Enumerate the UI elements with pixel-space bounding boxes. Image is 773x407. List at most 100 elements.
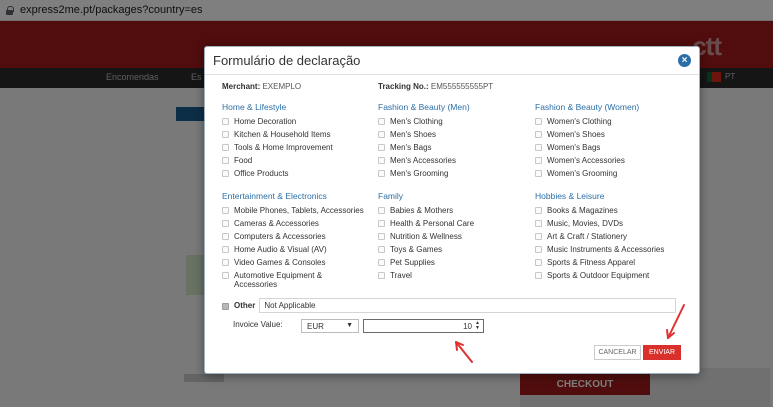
checkbox[interactable]: [378, 272, 385, 279]
modal-title: Formulário de declaração: [213, 53, 361, 68]
checkbox-row[interactable]: Music, Movies, DVDs: [535, 219, 695, 228]
checkbox-label: Women's Bags: [547, 143, 601, 152]
checkbox-label: Men's Accessories: [390, 156, 456, 165]
checkbox[interactable]: [222, 118, 229, 125]
checkbox-label: Mobile Phones, Tablets, Accessories: [234, 206, 364, 215]
checkbox-row[interactable]: Men's Grooming: [378, 169, 528, 178]
checkbox[interactable]: [222, 157, 229, 164]
checkbox[interactable]: [378, 131, 385, 138]
checkbox[interactable]: [535, 259, 542, 266]
send-button[interactable]: ENVIAR: [643, 345, 681, 360]
checkbox-row[interactable]: Men's Clothing: [378, 117, 528, 126]
checkbox-row[interactable]: Food: [222, 156, 372, 165]
checkbox-label: Men's Clothing: [390, 117, 443, 126]
category-hobbies-leisure: Hobbies & Leisure Books & Magazines Musi…: [535, 191, 695, 284]
checkbox-label: Toys & Games: [390, 245, 443, 254]
checkbox-row[interactable]: Tools & Home Improvement: [222, 143, 372, 152]
category-title: Hobbies & Leisure: [535, 191, 605, 201]
checkbox[interactable]: [222, 272, 229, 279]
checkbox-row[interactable]: Books & Magazines: [535, 206, 695, 215]
checkbox[interactable]: [222, 220, 229, 227]
checkbox-row[interactable]: Art & Craft / Stationery: [535, 232, 695, 241]
checkbox-row[interactable]: Music Instruments & Accessories: [535, 245, 695, 254]
cancel-button[interactable]: CANCELAR: [594, 345, 641, 360]
checkbox[interactable]: [222, 144, 229, 151]
checkbox-row[interactable]: Men's Bags: [378, 143, 528, 152]
checkbox[interactable]: [222, 246, 229, 253]
category-entertainment-electronics: Entertainment & Electronics Mobile Phone…: [222, 191, 372, 293]
checkbox-label: Computers & Accessories: [234, 232, 326, 241]
checkbox[interactable]: [378, 246, 385, 253]
checkbox[interactable]: [378, 233, 385, 240]
checkbox[interactable]: [378, 157, 385, 164]
checkbox-label: Women's Grooming: [547, 169, 618, 178]
checkbox[interactable]: [535, 118, 542, 125]
checkbox-row[interactable]: Women's Shoes: [535, 130, 685, 139]
other-checkbox[interactable]: [222, 302, 229, 310]
checkbox-row[interactable]: Men's Accessories: [378, 156, 528, 165]
checkbox-row[interactable]: Home Audio & Visual (AV): [222, 245, 372, 254]
checkbox-label: Women's Clothing: [547, 117, 612, 126]
amount-input[interactable]: 10 ▲ ▼: [363, 319, 484, 333]
checkbox-row[interactable]: Travel: [378, 271, 528, 280]
checkbox-row[interactable]: Office Products: [222, 169, 372, 178]
checkbox-row[interactable]: Mobile Phones, Tablets, Accessories: [222, 206, 372, 215]
checkbox[interactable]: [378, 170, 385, 177]
checkbox[interactable]: [378, 118, 385, 125]
category-title: Fashion & Beauty (Men): [378, 102, 470, 112]
checkbox[interactable]: [535, 207, 542, 214]
checkbox-label: Music, Movies, DVDs: [547, 219, 624, 228]
checkbox[interactable]: [222, 233, 229, 240]
checkbox-label: Cameras & Accessories: [234, 219, 319, 228]
checkbox-row[interactable]: Automotive Equipment & Accessories: [222, 271, 372, 289]
checkbox-row[interactable]: Toys & Games: [378, 245, 528, 254]
checkbox[interactable]: [535, 233, 542, 240]
checkbox-row[interactable]: Health & Personal Care: [378, 219, 528, 228]
checkbox-row[interactable]: Women's Clothing: [535, 117, 685, 126]
checkbox[interactable]: [378, 259, 385, 266]
checkbox[interactable]: [535, 220, 542, 227]
checkbox-row[interactable]: Video Games & Consoles: [222, 258, 372, 267]
checkbox[interactable]: [535, 170, 542, 177]
checkbox-row[interactable]: Women's Accessories: [535, 156, 685, 165]
checkbox-label: Books & Magazines: [547, 206, 618, 215]
category-title: Fashion & Beauty (Women): [535, 102, 640, 112]
checkbox-row[interactable]: Sports & Fitness Apparel: [535, 258, 695, 267]
currency-select[interactable]: EUR ▼: [301, 319, 359, 333]
checkbox-row[interactable]: Women's Grooming: [535, 169, 685, 178]
checkbox[interactable]: [222, 170, 229, 177]
checkbox[interactable]: [535, 272, 542, 279]
checkbox[interactable]: [378, 220, 385, 227]
checkbox-row[interactable]: Pet Supplies: [378, 258, 528, 267]
checkbox-row[interactable]: Women's Bags: [535, 143, 685, 152]
checkbox[interactable]: [535, 144, 542, 151]
checkbox-row[interactable]: Cameras & Accessories: [222, 219, 372, 228]
checkbox[interactable]: [222, 259, 229, 266]
other-label: Other: [234, 301, 256, 310]
checkbox[interactable]: [378, 207, 385, 214]
invoice-value-label: Invoice Value:: [233, 320, 283, 329]
checkbox[interactable]: [535, 246, 542, 253]
close-icon[interactable]: ×: [678, 54, 691, 67]
checkbox[interactable]: [535, 157, 542, 164]
checkbox-row[interactable]: Babies & Mothers: [378, 206, 528, 215]
checkbox-row[interactable]: Men's Shoes: [378, 130, 528, 139]
checkbox[interactable]: [535, 131, 542, 138]
checkbox[interactable]: [222, 131, 229, 138]
checkbox-row[interactable]: Nutrition & Wellness: [378, 232, 528, 241]
checkbox-row[interactable]: Kitchen & Household Items: [222, 130, 372, 139]
checkbox-label: Art & Craft / Stationery: [547, 232, 628, 241]
checkbox-row[interactable]: Computers & Accessories: [222, 232, 372, 241]
checkbox-label: Nutrition & Wellness: [390, 232, 462, 241]
other-input[interactable]: Not Applicable: [259, 298, 676, 313]
checkbox-label: Men's Shoes: [390, 130, 436, 139]
checkbox[interactable]: [378, 144, 385, 151]
checkbox-row[interactable]: Sports & Outdoor Equipment: [535, 271, 695, 280]
checkbox-row[interactable]: Home Decoration: [222, 117, 372, 126]
checkbox-label: Kitchen & Household Items: [234, 130, 331, 139]
category-fashion-men: Fashion & Beauty (Men) Men's Clothing Me…: [378, 102, 528, 182]
spinner-icon[interactable]: ▲ ▼: [475, 321, 480, 331]
category-title: Home & Lifestyle: [222, 102, 287, 112]
checkbox[interactable]: [222, 207, 229, 214]
checkbox-label: Women's Shoes: [547, 130, 605, 139]
